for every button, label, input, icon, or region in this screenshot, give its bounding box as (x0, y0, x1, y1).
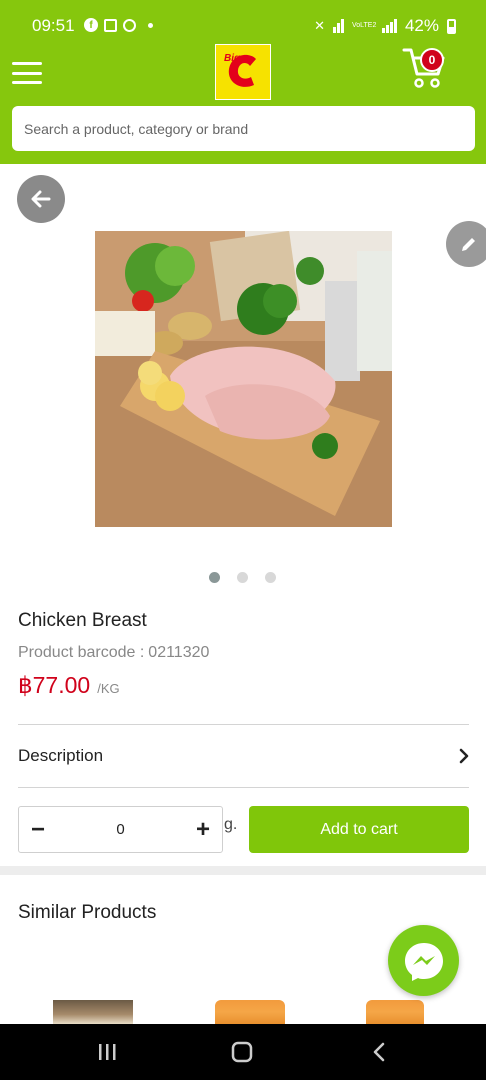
status-bar: 09:51 f ✕ VoLTE2 42% (0, 0, 486, 40)
divider-bottom (18, 787, 469, 788)
svg-text:Big: Big (224, 53, 240, 64)
carousel-dot-1[interactable] (209, 572, 220, 583)
home-button[interactable] (212, 1024, 272, 1080)
cart-count-badge: 0 (420, 48, 444, 72)
barcode-value: 0211320 (148, 644, 210, 661)
similar-product-2-image[interactable] (215, 1000, 285, 1024)
pencil-icon (462, 238, 475, 251)
reddit-notification-icon (123, 18, 136, 32)
add-to-cart-button[interactable]: Add to cart (249, 806, 469, 853)
menu-icon[interactable] (12, 62, 42, 84)
more-notifications-icon (148, 22, 153, 28)
back-nav-button[interactable] (349, 1024, 409, 1080)
image-carousel-dots (209, 572, 276, 583)
messenger-chat-button[interactable] (388, 925, 459, 996)
status-time: 09:51 (32, 16, 75, 35)
product-price: ฿77.00 (18, 672, 91, 698)
big-c-logo-mark: Big (224, 53, 256, 87)
product-name: Chicken Breast (18, 610, 147, 631)
app-header: Big Big C 0 (0, 40, 486, 164)
facebook-notification-icon: f (84, 18, 98, 32)
carousel-dot-2[interactable] (237, 572, 248, 583)
similar-product-1-image[interactable] (53, 1000, 133, 1024)
divider-top (18, 724, 469, 725)
home-icon (231, 1041, 253, 1063)
edit-button[interactable] (446, 221, 486, 267)
battery-percent: 42% (404, 16, 439, 35)
wifi-icon (332, 19, 344, 33)
chicken-breast-photo (95, 231, 392, 527)
recent-apps-icon (99, 1044, 116, 1060)
price-unit: /KG (97, 681, 120, 696)
back-button[interactable] (17, 175, 65, 223)
notification-icons: f (84, 18, 153, 32)
system-nav-bar (0, 1024, 486, 1080)
status-right: ✕ VoLTE2 42% (314, 16, 456, 36)
price-row: ฿77.00 /KG (18, 672, 120, 699)
lte-label: VoLTE2 (351, 22, 377, 29)
increase-quantity-button[interactable]: + (192, 816, 214, 843)
gallery-notification-icon (104, 18, 117, 32)
section-separator (0, 866, 486, 875)
recent-apps-button[interactable] (77, 1024, 137, 1080)
similar-products-title: Similar Products (18, 902, 157, 923)
search-bar[interactable] (12, 106, 475, 151)
back-nav-icon (373, 1042, 385, 1062)
barcode-label: Product barcode : (18, 644, 145, 661)
quantity-stepper: − + (18, 806, 223, 853)
chevron-right-icon (459, 748, 469, 764)
product-image[interactable] (95, 231, 392, 527)
description-row[interactable]: Description (18, 726, 469, 786)
decrease-quantity-button[interactable]: − (27, 816, 49, 843)
mute-icon: ✕ (314, 18, 325, 33)
messenger-icon (404, 942, 443, 981)
cart-button[interactable]: 0 (402, 46, 448, 90)
arrow-left-icon (31, 190, 51, 208)
description-label: Description (18, 746, 104, 765)
carousel-dot-3[interactable] (265, 572, 276, 583)
big-c-logo[interactable]: Big Big C (215, 44, 271, 100)
similar-product-3-image[interactable] (366, 1000, 424, 1024)
quantity-unit: g. (224, 816, 238, 833)
battery-icon (447, 18, 456, 34)
quantity-input[interactable] (80, 821, 161, 838)
signal-icon (381, 19, 397, 33)
search-input[interactable] (24, 120, 463, 137)
product-barcode: Product barcode :0211320 (18, 644, 209, 662)
